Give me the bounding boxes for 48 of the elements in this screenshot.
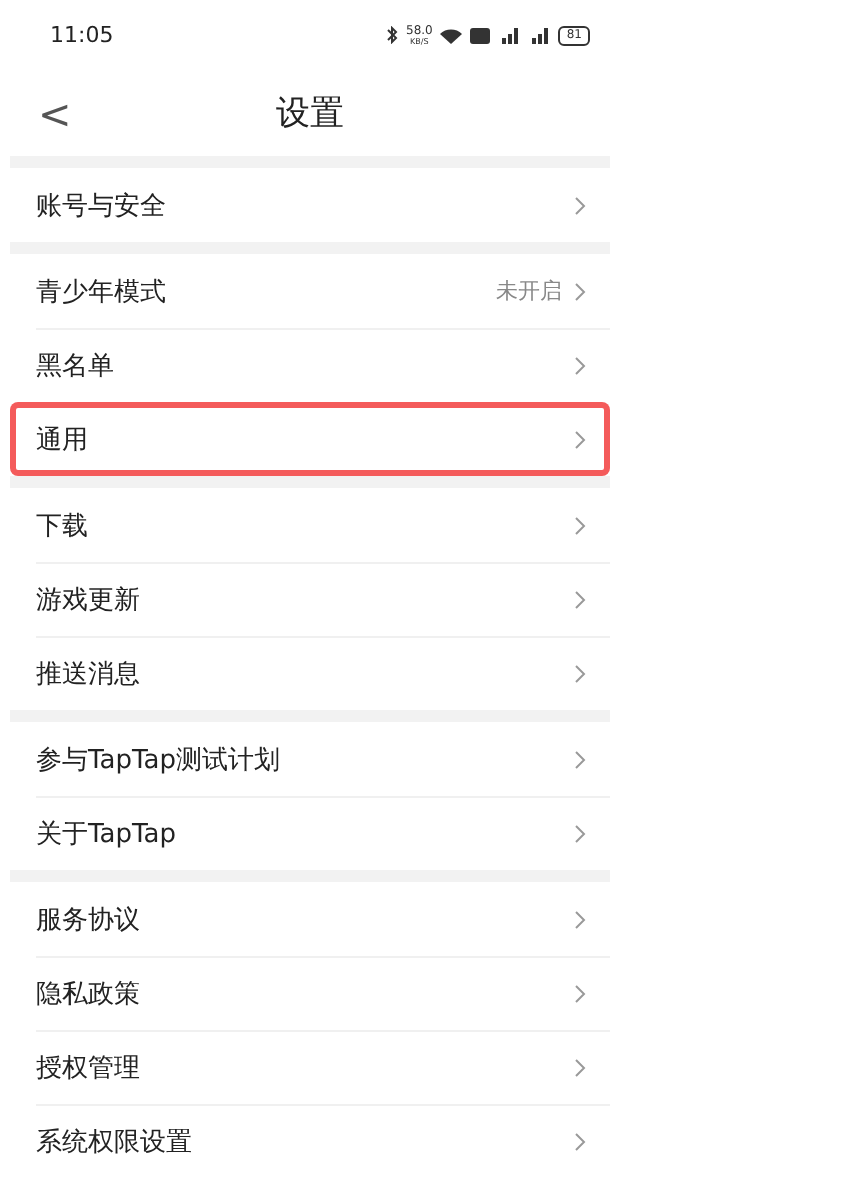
status-time: 11:05 [50,22,114,48]
chevron-icon [574,823,586,843]
back-button[interactable]: < [30,90,80,138]
settings-item[interactable]: 授权管理 [10,1030,610,1104]
chevron-icon [574,589,586,609]
settings-item[interactable]: 账号与安全 [10,168,610,242]
item-label: 参与TapTap测试计划 [36,743,283,777]
hd-icon [470,27,491,43]
item-value: 未开启 [496,276,562,306]
signal-icon [528,27,551,43]
item-label: 账号与安全 [36,189,168,223]
item-label: 服务协议 [36,903,142,937]
page-title: 设置 [276,92,344,136]
settings-item[interactable]: 下载 [10,488,610,562]
settings-item[interactable]: 关于TapTap [10,796,610,870]
settings-item[interactable]: 通用 [10,402,610,476]
chevron-icon [574,1057,586,1077]
item-label: 通用 [36,423,90,457]
settings-item[interactable]: 推送消息 [10,636,610,710]
chevron-icon [574,281,586,301]
item-label: 关于TapTap [36,817,179,851]
chevron-icon [574,515,586,535]
item-label: 系统权限设置 [36,1125,194,1159]
item-label: 下载 [36,509,90,543]
item-label: 推送消息 [36,657,142,691]
chevron-icon [574,429,586,449]
item-label: 隐私政策 [36,977,142,1011]
settings-item[interactable]: 游戏更新 [10,562,610,636]
item-label: 游戏更新 [36,583,142,617]
wifi-icon [440,27,463,43]
settings-item[interactable]: 青少年模式 未开启 [10,254,610,328]
chevron-icon [574,195,586,215]
signal-icon [498,27,521,43]
item-label: 黑名单 [36,349,116,383]
chevron-icon [574,355,586,375]
settings-item[interactable]: 系统权限设置 [10,1104,610,1178]
chevron-icon [574,663,586,683]
chevron-icon [574,983,586,1003]
settings-item[interactable]: 服务协议 [10,882,610,956]
chevron-icon [574,909,586,929]
bluetooth-icon [386,26,398,44]
item-label: 授权管理 [36,1051,142,1085]
settings-item[interactable]: 黑名单 [10,328,610,402]
settings-item[interactable]: 隐私政策 [10,956,610,1030]
settings-item[interactable]: 参与TapTap测试计划 [10,722,610,796]
chevron-icon [574,749,586,769]
chevron-icon [574,1131,586,1151]
item-label: 青少年模式 [36,275,168,309]
